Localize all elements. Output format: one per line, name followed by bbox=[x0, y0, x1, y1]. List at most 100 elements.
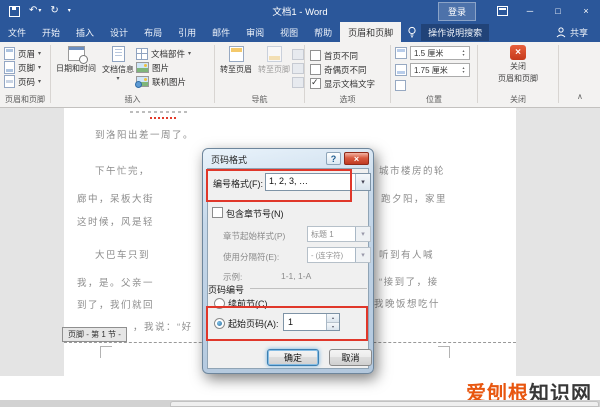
group-label: 选项 bbox=[339, 95, 356, 104]
ribbon-display-options-button[interactable] bbox=[488, 0, 516, 22]
checkbox-icon bbox=[310, 50, 321, 61]
document-text: 这时候，风是轻 bbox=[77, 217, 155, 228]
tab-home[interactable]: 开始 bbox=[34, 22, 68, 42]
dropdown-arrow-icon: ▾ bbox=[355, 248, 370, 262]
goto-header-button[interactable]: 转至页眉 bbox=[218, 46, 254, 75]
spelling-squiggle bbox=[150, 117, 177, 119]
group-divider bbox=[50, 45, 51, 103]
ok-button[interactable]: 确定 bbox=[267, 349, 319, 366]
picture-button[interactable]: 图片 bbox=[136, 61, 169, 74]
page-number-format-dialog: 页码格式 ? × 编号格式(F): 1, 2, 3, … ▾ 包含章节号(N) … bbox=[202, 148, 374, 374]
goto-header-icon bbox=[228, 46, 244, 62]
different-first-page-checkbox[interactable]: 首页不同 bbox=[310, 49, 358, 62]
document-info-icon bbox=[111, 46, 125, 62]
group-label: 关闭 bbox=[510, 95, 526, 104]
include-chapter-label: 包含章节号(N) bbox=[226, 209, 284, 219]
document-text: 廊中，呆板大街 bbox=[77, 194, 155, 205]
tab-file[interactable]: 文件 bbox=[0, 22, 34, 42]
footer-button[interactable]: 页脚 ▾ bbox=[4, 61, 41, 74]
group-divider bbox=[214, 45, 215, 103]
dropdown-arrow-icon: ▾ bbox=[355, 227, 370, 241]
group-divider bbox=[390, 45, 391, 103]
spinner-icon[interactable]: ▴ ▾ bbox=[459, 64, 468, 76]
clipped-text-line bbox=[130, 111, 188, 113]
dialog-title: 页码格式 bbox=[211, 155, 248, 165]
footer-from-bottom-field[interactable]: 1.75 厘米 ▴ ▾ bbox=[395, 63, 470, 77]
callout-rectangle-number-format bbox=[206, 169, 352, 202]
margin-corner-mark-right bbox=[438, 346, 450, 358]
spinner-icon[interactable]: ▴ ▾ bbox=[459, 47, 468, 59]
title-bar: 文档1 - Word ↶ ▾ ↻ ▾ 登录 ─ □ × bbox=[0, 0, 600, 22]
tab-header-footer-active[interactable]: 页眉和页脚 bbox=[340, 22, 402, 42]
close-header-footer-button[interactable]: × 关闭 页眉和页脚 bbox=[490, 45, 546, 84]
redo-icon: ↻ bbox=[50, 5, 59, 16]
include-chapter-checkbox[interactable] bbox=[212, 207, 223, 218]
header-button[interactable]: 页眉 ▾ bbox=[4, 47, 41, 60]
group-label: 页眉和页脚 bbox=[5, 95, 45, 104]
quick-access-toolbar: ↶ ▾ ↻ ▾ bbox=[0, 5, 71, 17]
undo-dropdown-icon: ▾ bbox=[38, 8, 42, 14]
dropdown-arrow-icon[interactable]: ▾ bbox=[355, 174, 370, 190]
insert-alignment-tab-button[interactable] bbox=[395, 80, 406, 91]
document-text: 跑夕阳，家里 bbox=[381, 194, 448, 205]
group-label: 导航 bbox=[251, 95, 268, 104]
example-label: 示例: bbox=[223, 272, 243, 282]
close-button[interactable]: × bbox=[572, 0, 600, 22]
tab-insert[interactable]: 插入 bbox=[68, 22, 102, 42]
quick-parts-icon bbox=[136, 47, 148, 60]
group-label: 插入 bbox=[124, 95, 141, 104]
save-button[interactable] bbox=[9, 5, 20, 17]
alignment-tab-icon bbox=[395, 80, 406, 91]
tab-design[interactable]: 设计 bbox=[102, 22, 136, 42]
group-divider bbox=[558, 45, 559, 103]
date-time-button[interactable]: 日期和时间 bbox=[54, 46, 98, 74]
search-input[interactable]: 操作说明搜索 bbox=[421, 23, 490, 41]
tab-mailings[interactable]: 邮件 bbox=[204, 22, 238, 42]
cancel-button[interactable]: 取消 bbox=[329, 349, 372, 366]
callout-rectangle-start-at bbox=[206, 306, 368, 341]
margin-corner-mark-left bbox=[100, 346, 112, 358]
checkbox-checked-icon: ✓ bbox=[310, 77, 321, 89]
tab-help[interactable]: 帮助 bbox=[306, 22, 340, 42]
tab-review[interactable]: 审阅 bbox=[238, 22, 272, 42]
next-section-button bbox=[292, 63, 304, 74]
chevron-down-icon: ▾ bbox=[38, 65, 42, 71]
qat-customize-button[interactable]: ▾ bbox=[68, 8, 71, 14]
online-picture-button[interactable]: 联机图片 bbox=[135, 75, 186, 88]
tell-me-search[interactable]: 操作说明搜索 bbox=[407, 23, 490, 41]
header-icon bbox=[4, 47, 15, 60]
link-to-previous-button bbox=[292, 77, 304, 88]
signin-button[interactable]: 登录 bbox=[437, 1, 476, 21]
ribbon-display-options-icon bbox=[496, 6, 508, 16]
close-header-footer-icon: × bbox=[510, 45, 526, 60]
undo-button[interactable]: ↶ ▾ bbox=[29, 6, 41, 16]
tab-view[interactable]: 视图 bbox=[272, 22, 306, 42]
group-options: 首页不同 奇偶页不同 ✓ 显示文档文字 选项 bbox=[306, 42, 389, 107]
document-info-button[interactable]: 文档信息 ▾ bbox=[100, 46, 136, 82]
different-odd-even-checkbox[interactable]: 奇偶页不同 bbox=[310, 63, 367, 76]
document-text: 到洛阳出差一周了。 bbox=[95, 130, 195, 141]
maximize-button[interactable]: □ bbox=[544, 0, 572, 22]
share-button[interactable]: 共享 bbox=[556, 26, 588, 39]
undo-icon: ↶ bbox=[29, 5, 38, 16]
dialog-help-button[interactable]: ? bbox=[326, 152, 341, 165]
titlebar-right-controls: 登录 ─ □ × bbox=[437, 0, 600, 22]
lightbulb-icon bbox=[408, 26, 416, 38]
page-number-button[interactable]: 页码 ▾ bbox=[4, 75, 41, 88]
redo-button[interactable]: ↻ bbox=[50, 6, 58, 16]
quick-parts-button[interactable]: 文档部件 ▾ bbox=[136, 47, 191, 60]
document-text: 我，是。父亲一 bbox=[77, 278, 155, 289]
separator-label: 使用分隔符(E): bbox=[223, 252, 280, 262]
dialog-close-button[interactable]: × bbox=[344, 152, 369, 165]
goto-footer-button: 转至页脚 bbox=[256, 46, 292, 75]
collapse-ribbon-button[interactable]: ∧ bbox=[577, 92, 583, 101]
show-document-text-checkbox[interactable]: ✓ 显示文档文字 bbox=[310, 77, 375, 90]
minimize-button[interactable]: ─ bbox=[516, 0, 544, 22]
save-icon bbox=[9, 5, 20, 17]
footer-section-tag: 页脚 - 第 1 节 - bbox=[62, 327, 127, 342]
header-from-top-field[interactable]: 1.5 厘米 ▴ ▾ bbox=[395, 46, 470, 60]
page-number-icon bbox=[4, 75, 15, 88]
tab-layout[interactable]: 布局 bbox=[136, 22, 170, 42]
chevron-down-icon: ▾ bbox=[116, 76, 120, 82]
tab-references[interactable]: 引用 bbox=[170, 22, 204, 42]
